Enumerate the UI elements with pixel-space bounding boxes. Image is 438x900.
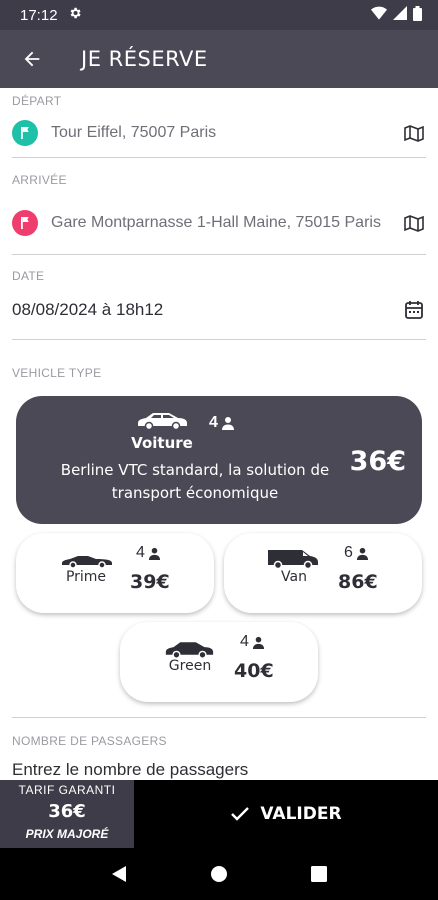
- vehicle-card-green[interactable]: Green 4 40€: [120, 622, 318, 702]
- nav-home-icon[interactable]: [210, 865, 228, 883]
- nav-back-icon[interactable]: [111, 865, 127, 883]
- status-bar: 17:12: [0, 0, 438, 30]
- booking-form: DÉPART Tour Eiffel, 75007 Paris ARRIVÉE …: [0, 88, 438, 780]
- departure-field[interactable]: Tour Eiffel, 75007 Paris: [12, 119, 426, 147]
- vehicle-name: Prime: [65, 569, 107, 585]
- van-icon: [268, 550, 318, 569]
- person-icon: [148, 547, 160, 560]
- passenger-count: 6: [344, 544, 369, 562]
- wifi-icon: [371, 6, 387, 24]
- validate-label: VALIDER: [260, 804, 342, 824]
- car-icon: [165, 642, 214, 659]
- validate-button[interactable]: VALIDER: [134, 780, 438, 848]
- passenger-count-value: 4: [240, 633, 249, 650]
- status-time: 17:12: [20, 6, 58, 24]
- tarif-label: TARIF GARANTI: [18, 783, 116, 797]
- vehicle-price: 39€: [130, 571, 170, 593]
- arrival-label: ARRIVÉE: [12, 173, 67, 187]
- sports-car-icon: [62, 556, 112, 568]
- divider: [12, 339, 426, 340]
- vehicle-price: 86€: [338, 571, 378, 593]
- vehicle-card-selected[interactable]: Voiture 4 Berline VTC standard, la solut…: [16, 396, 422, 524]
- car-icon: [138, 413, 187, 430]
- person-icon: [221, 417, 234, 430]
- date-label: DATE: [12, 269, 45, 283]
- flag-pin-icon: [12, 120, 38, 146]
- departure-address: Tour Eiffel, 75007 Paris: [51, 124, 217, 141]
- map-icon[interactable]: [402, 211, 426, 235]
- nav-recents-icon[interactable]: [310, 866, 327, 882]
- passenger-count: 4: [136, 544, 161, 562]
- vehicle-name: Green: [168, 658, 212, 674]
- arrival-address: Gare Montparnasse 1-Hall Maine, 75015 Pa…: [51, 214, 381, 231]
- vehicle-description: Berline VTC standard, la solution de tra…: [60, 461, 330, 502]
- flag-pin-icon: [12, 210, 38, 236]
- divider: [12, 157, 426, 158]
- passenger-count-value: 6: [344, 544, 353, 561]
- tarif-box: TARIF GARANTI 36€ PRIX MAJORÉ: [0, 780, 134, 848]
- back-button[interactable]: [0, 30, 64, 88]
- divider: [12, 717, 426, 718]
- vehicle-price: 40€: [234, 660, 274, 682]
- calendar-icon[interactable]: [402, 298, 426, 322]
- map-icon[interactable]: [402, 121, 426, 145]
- arrival-field[interactable]: Gare Montparnasse 1-Hall Maine, 75015 Pa…: [12, 198, 426, 248]
- passengers-input[interactable]: Entrez le nombre de passagers: [12, 760, 248, 780]
- signal-icon: [393, 6, 407, 24]
- departure-label: DÉPART: [12, 94, 62, 108]
- person-icon: [252, 636, 264, 649]
- vehicle-type-label: VEHICLE TYPE: [12, 366, 102, 380]
- tarif-price: 36€: [48, 801, 86, 822]
- vehicle-card-prime[interactable]: Prime 4 39€: [16, 533, 214, 613]
- page-title: JE RÉSERVE: [81, 47, 208, 71]
- battery-icon: [413, 5, 422, 25]
- passenger-count: 4: [240, 633, 265, 651]
- arrow-left-icon: [24, 51, 40, 67]
- passenger-count-value: 4: [136, 544, 145, 561]
- tarif-note: PRIX MAJORÉ: [25, 827, 109, 841]
- date-field[interactable]: 08/08/2024 à 18h12: [12, 295, 426, 325]
- check-icon: [231, 807, 250, 821]
- vehicle-name: Voiture: [131, 434, 193, 452]
- date-value: 08/08/2024 à 18h12: [12, 300, 164, 319]
- passengers-label: NOMBRE DE PASSAGERS: [12, 734, 167, 748]
- app-bar: JE RÉSERVE: [0, 30, 438, 88]
- vehicle-price: 36€: [349, 446, 406, 477]
- passenger-count-value: 4: [209, 414, 218, 431]
- gear-icon: [68, 6, 82, 24]
- vehicle-name: Van: [281, 569, 307, 585]
- vehicle-card-van[interactable]: Van 6 86€: [224, 533, 422, 613]
- bottom-bar: TARIF GARANTI 36€ PRIX MAJORÉ VALIDER: [0, 780, 438, 848]
- system-nav-bar: [0, 848, 438, 900]
- person-icon: [356, 547, 368, 560]
- divider: [12, 254, 426, 255]
- passenger-count: 4: [209, 414, 235, 432]
